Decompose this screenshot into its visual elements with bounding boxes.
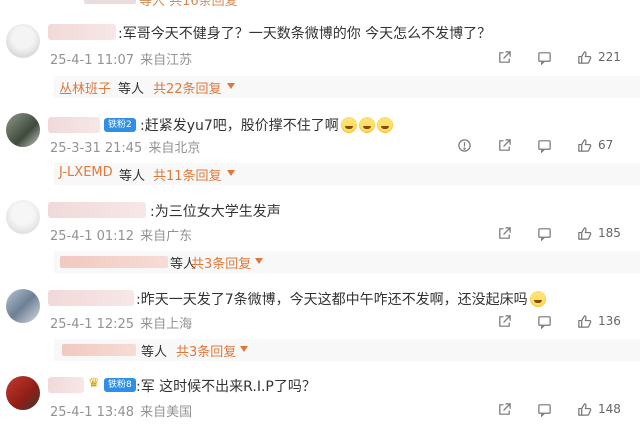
crown-icon: ♛ (88, 376, 100, 391)
reply-username[interactable]: 丛林班子 (59, 78, 111, 97)
blurred-username[interactable] (48, 117, 100, 133)
comment-icon[interactable] (536, 137, 552, 153)
reply-count[interactable]: 共3条回复 (176, 341, 236, 360)
chevron-down-icon[interactable] (227, 170, 235, 176)
blurred-reply-username[interactable] (60, 256, 168, 268)
sleepy-emoji-icon (529, 291, 546, 307)
comment-actions: 185 (472, 224, 622, 242)
comment-location: 来自上海 (140, 317, 193, 332)
like-icon[interactable] (576, 225, 592, 241)
fan-badge: 铁粉2 (104, 118, 136, 132)
crying-emoji-icon (358, 117, 375, 133)
share-icon[interactable] (496, 225, 512, 241)
comment-text: :昨天一天发了7条微博，今天这都中午咋还不发啊，还没起床吗 (136, 289, 546, 309)
fan-badge: 铁粉8 (104, 378, 136, 392)
avatar[interactable] (6, 200, 40, 234)
reply-summary[interactable]: 丛林班子 等人 共22条回复 (0, 76, 640, 98)
chevron-down-icon[interactable] (240, 346, 248, 352)
comment-text: :军哥今天不健身了？一天数条微博的你 今天怎么不发博了？ (118, 26, 492, 42)
reply-etc: 等人 (118, 82, 145, 97)
reply-summary[interactable]: 等人 共3条回复 (0, 251, 640, 273)
comment-text-content: :赶紧发yu7吧，股价撑不住了啊 (140, 118, 339, 134)
top-partial-text[interactable]: 等人 共16条回复 (139, 0, 238, 9)
reply-count[interactable]: 共11条回复 (153, 165, 222, 184)
comment-text: :军 这时候不出来R.I.P了吗？ (136, 379, 316, 395)
comment-date: 25-3-31 21:45 (50, 141, 143, 156)
blurred-name (84, 0, 136, 4)
comment-actions: 148 (472, 400, 622, 418)
like-count: 221 (598, 50, 621, 64)
comment-location: 来自北京 (148, 141, 201, 156)
avatar[interactable] (6, 376, 40, 410)
comment-location: 来自广东 (140, 229, 193, 244)
comment-date: 25-4-1 13:48 (50, 405, 135, 420)
report-icon[interactable] (456, 137, 472, 153)
comment-text: :赶紧发yu7吧，股价撑不住了啊 (140, 115, 393, 135)
comment-icon[interactable] (536, 401, 552, 417)
comment-meta: 25-4-1 11:07 来自江苏 (50, 49, 192, 68)
blurred-username[interactable] (48, 290, 134, 306)
comment-icon[interactable] (536, 313, 552, 329)
like-icon[interactable] (576, 137, 592, 153)
like-count: 67 (598, 138, 614, 152)
like-icon[interactable] (576, 401, 592, 417)
comment-text: :为三位女大学生发声 (150, 204, 281, 220)
crying-emoji-icon (376, 117, 393, 133)
like-count: 148 (598, 402, 621, 416)
comment-actions: 67 (432, 136, 622, 154)
comment-meta: 25-4-1 13:48 来自美国 (50, 401, 192, 420)
blurred-username[interactable] (48, 377, 84, 393)
reply-count[interactable]: 共22条回复 (153, 78, 222, 97)
reply-etc: 等人 (119, 169, 146, 184)
comment-location: 来自美国 (140, 405, 193, 420)
chevron-down-icon[interactable] (227, 83, 235, 89)
blurred-username[interactable] (48, 24, 116, 40)
comment-actions: 221 (472, 48, 622, 66)
like-icon[interactable] (576, 49, 592, 65)
comment-meta: 25-3-31 21:45 来自北京 (50, 137, 200, 156)
share-icon[interactable] (496, 401, 512, 417)
avatar[interactable] (6, 113, 40, 147)
like-count: 185 (598, 226, 621, 240)
comment-meta: 25-4-1 12:25 来自上海 (50, 313, 192, 332)
like-icon[interactable] (576, 313, 592, 329)
reply-count[interactable]: 共3条回复 (191, 253, 251, 272)
share-icon[interactable] (496, 313, 512, 329)
share-icon[interactable] (496, 49, 512, 65)
blurred-reply-username[interactable] (62, 344, 136, 356)
comment-meta: 25-4-1 01:12 来自广东 (50, 225, 192, 244)
comment-icon[interactable] (536, 49, 552, 65)
chevron-down-icon[interactable] (255, 258, 263, 264)
crying-emoji-icon (340, 117, 357, 133)
blurred-username[interactable] (48, 202, 146, 218)
reply-summary[interactable]: 等人 共3条回复 (0, 339, 640, 361)
comment-icon[interactable] (536, 225, 552, 241)
avatar[interactable] (6, 289, 40, 323)
top-partial-replybar: 等人 共16条回复 (0, 0, 640, 9)
comment-actions: 136 (472, 312, 622, 330)
comment-text-content: :昨天一天发了7条微博，今天这都中午咋还不发啊，还没起床吗 (136, 292, 528, 308)
share-icon[interactable] (496, 137, 512, 153)
reply-username[interactable]: J-LXEMD (59, 165, 113, 180)
comment-date: 25-4-1 11:07 (50, 53, 135, 68)
comment-date: 25-4-1 01:12 (50, 229, 135, 244)
comment-date: 25-4-1 12:25 (50, 317, 135, 332)
avatar[interactable] (6, 24, 40, 58)
reply-summary[interactable]: J-LXEMD 等人 共11条回复 (0, 163, 640, 185)
reply-etc: 等人 (141, 345, 168, 360)
comment-location: 来自江苏 (140, 53, 193, 68)
like-count: 136 (598, 314, 621, 328)
